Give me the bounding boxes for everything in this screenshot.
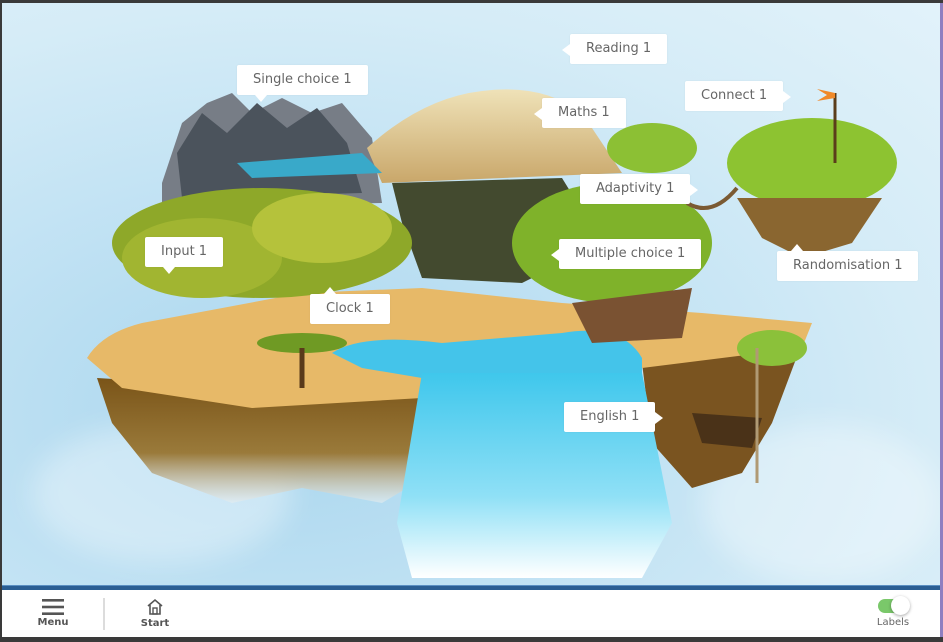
labels-toggle-label: Labels [876,617,910,628]
toggle-knob [891,596,910,615]
map-label-english[interactable]: English 1 [564,402,664,432]
start-label: Start [140,618,170,629]
island-map: Reading 1 Single choice 1 Connect 1 Math… [2,3,941,587]
hamburger-menu-icon [42,599,64,615]
menu-button[interactable]: Menu [32,590,74,637]
home-icon [147,598,163,615]
menu-label: Menu [37,617,69,628]
map-label-randomisation[interactable]: Randomisation 1 [777,244,919,281]
labels-toggle-group: Labels [870,590,916,637]
start-button[interactable]: Start [135,590,175,637]
palm-tree [737,330,807,366]
map-label-maths[interactable]: Maths 1 [534,98,626,128]
map-label-multiple-choice[interactable]: Multiple choice 1 [550,239,702,269]
labels-toggle[interactable] [878,596,910,615]
flag [817,89,835,101]
floating-island-trees [727,118,897,208]
map-label-adaptivity[interactable]: Adaptivity 1 [580,174,699,204]
cave-room [692,413,762,448]
bottom-toolbar: Menu Start Labels [2,590,941,637]
map-label-single-choice[interactable]: Single choice 1 [237,65,368,102]
floating-island-rock [737,198,882,258]
island-illustration [87,89,897,578]
map-label-clock[interactable]: Clock 1 [310,287,390,324]
map-label-input[interactable]: Input 1 [145,237,224,274]
toolbar-divider [103,598,105,630]
map-label-reading[interactable]: Reading 1 [561,34,668,64]
map-label-connect[interactable]: Connect 1 [685,81,792,111]
